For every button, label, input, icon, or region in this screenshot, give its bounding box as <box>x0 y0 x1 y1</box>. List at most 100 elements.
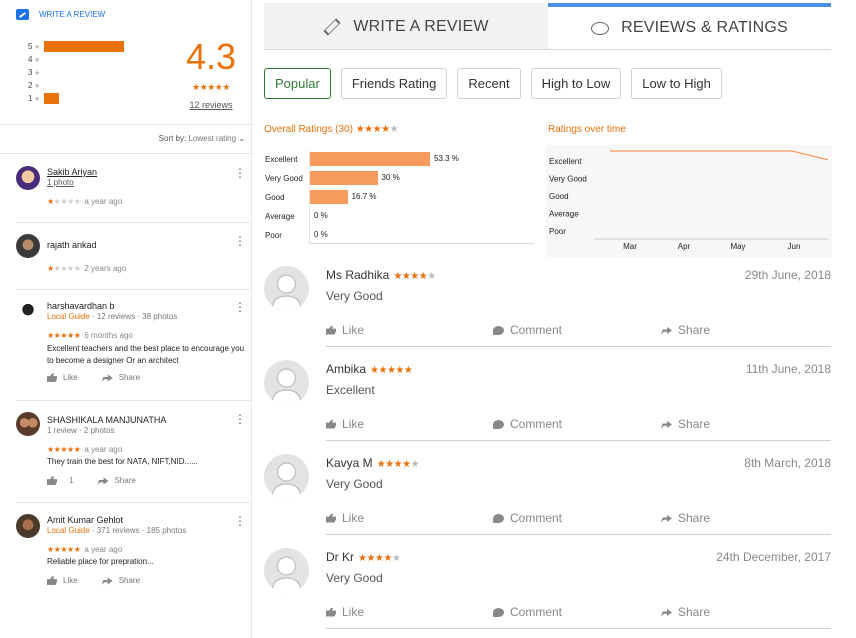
comment-icon <box>493 513 504 523</box>
stars-filled: ★★★★ <box>393 271 428 282</box>
local-guide-badge: Local Guide <box>47 526 90 535</box>
share-button[interactable]: Share <box>661 417 710 431</box>
sort-label: Sort by: <box>158 134 187 143</box>
like-button[interactable]: Like <box>47 576 78 585</box>
bar-value-label: 0 % <box>314 230 328 239</box>
comment-label: Comment <box>510 417 563 431</box>
share-button[interactable]: Share <box>97 476 136 485</box>
y-tick-label: Excellent <box>549 157 582 166</box>
avatar[interactable] <box>16 234 40 258</box>
comment-button[interactable]: Comment <box>493 511 562 525</box>
user-placeholder-icon <box>271 556 302 593</box>
chart-background <box>546 145 832 257</box>
avatar[interactable] <box>16 412 40 436</box>
share-icon <box>661 514 672 523</box>
tab-reviews-ratings[interactable]: REVIEWS & RATINGS <box>548 3 831 49</box>
review-time: 2 years ago <box>84 264 127 273</box>
like-count: 1 <box>69 476 74 485</box>
bar-row: Average 0 % <box>264 207 534 226</box>
write-review-link[interactable]: WRITE A REVIEW <box>16 7 105 21</box>
stars-empty: ★ <box>410 459 420 470</box>
review-stars: ★★★★★ <box>370 365 413 376</box>
star-icon: ★ <box>34 43 41 51</box>
review-card: Dr Kr ★★★★★ 24th December, 2017 Very Good… <box>264 546 831 626</box>
filter-friends-rating[interactable]: Friends Rating <box>340 68 448 99</box>
filter-recent[interactable]: Recent <box>457 68 521 99</box>
bar-value-label: 53.3 % <box>434 154 459 163</box>
divider <box>326 346 831 347</box>
user-placeholder-icon <box>271 368 302 405</box>
reviewer-name[interactable]: SHASHIKALA MANJUNATHA <box>47 415 166 425</box>
comment-button[interactable]: Comment <box>493 605 562 619</box>
like-button[interactable]: Like <box>326 323 364 337</box>
histogram-row: 4 ★ <box>28 53 168 66</box>
share-label: Share <box>118 373 141 382</box>
reviewer-name: Ms Radhika ★★★★★ <box>326 268 436 282</box>
share-icon <box>661 420 672 429</box>
comment-button[interactable]: Comment <box>493 417 562 431</box>
filter-low-to-high[interactable]: Low to High <box>631 68 722 99</box>
avatar[interactable] <box>16 166 40 190</box>
reviewer-meta: Local Guide · 12 reviews · 38 photos <box>47 312 177 321</box>
comment-button[interactable]: Comment <box>493 323 562 337</box>
more-options-icon[interactable]: ⋮ <box>234 235 246 247</box>
divider <box>326 628 831 629</box>
share-icon <box>97 477 109 485</box>
histogram-bar <box>44 41 124 52</box>
star-icon: ★ <box>34 82 41 90</box>
rating-histogram: 5 ★ 4 ★ 3 ★ 2 ★ 1 ★ <box>28 40 168 105</box>
chevron-down-icon: ⌄ <box>238 134 245 143</box>
reviewer-name[interactable]: harshavardhan b <box>47 301 115 311</box>
review-text: Excellent <box>326 383 375 397</box>
left-panel: WRITE A REVIEW 5 ★ 4 ★ 3 ★ 2 ★ 1 ★ 4.3 ★… <box>0 0 252 638</box>
like-button[interactable]: 1 <box>47 476 73 485</box>
avatar[interactable] <box>16 300 40 324</box>
share-button[interactable]: Share <box>661 511 710 525</box>
filter-high-to-low[interactable]: High to Low <box>530 68 622 99</box>
reviews-count-link[interactable]: 12 reviews <box>182 100 240 110</box>
y-tick-label: Poor <box>549 227 566 236</box>
bar-category-label: Excellent <box>265 155 298 164</box>
more-options-icon[interactable]: ⋮ <box>234 301 246 313</box>
reviewer-name[interactable]: rajath ankad <box>47 240 97 250</box>
sort-dropdown[interactable]: Sort by: Lowest rating ⌄ <box>159 134 245 143</box>
share-button[interactable]: Share <box>661 323 710 337</box>
x-tick-label: Jun <box>788 242 801 251</box>
divider <box>0 153 252 154</box>
divider <box>326 534 831 535</box>
comment-label: Comment <box>510 511 563 525</box>
like-button[interactable]: Like <box>47 373 78 382</box>
like-button[interactable]: Like <box>326 417 364 431</box>
more-options-icon[interactable]: ⋮ <box>234 515 246 527</box>
more-options-icon[interactable]: ⋮ <box>234 167 246 179</box>
divider <box>16 400 252 401</box>
share-icon <box>661 326 672 335</box>
bar <box>310 171 378 185</box>
write-review-label: WRITE A REVIEW <box>39 9 106 19</box>
avatar[interactable] <box>16 514 40 538</box>
bar <box>310 190 348 204</box>
divider <box>16 502 252 503</box>
bar-value-label: 0 % <box>314 211 328 220</box>
share-icon <box>101 577 113 585</box>
like-button[interactable]: Like <box>326 605 364 619</box>
share-button[interactable]: Share <box>101 576 140 585</box>
share-label: Share <box>114 476 136 485</box>
average-stars: ★★★★★ <box>192 82 230 92</box>
review-stars: ★★★★★ 6 months ago <box>47 331 133 340</box>
more-options-icon[interactable]: ⋮ <box>234 413 246 425</box>
share-button[interactable]: Share <box>101 373 141 382</box>
divider <box>0 124 252 125</box>
comment-icon <box>493 325 504 335</box>
stars-empty: ★ <box>391 553 401 564</box>
reviewer-name[interactable]: Sakib Ariyan <box>47 167 97 177</box>
filter-popular[interactable]: Popular <box>264 68 331 99</box>
comment-icon <box>591 21 610 35</box>
reviewer-name[interactable]: Amit Kumar Gehlot <box>47 515 123 525</box>
like-button[interactable]: Like <box>326 511 364 525</box>
tab-write-review[interactable]: WRITE A REVIEW <box>264 3 548 49</box>
reviewer-name-text: Kavya M <box>326 456 373 470</box>
reviewer-meta[interactable]: 1 photo <box>47 178 74 187</box>
stars-filled: ★★★★★ <box>47 545 81 554</box>
share-button[interactable]: Share <box>661 605 710 619</box>
